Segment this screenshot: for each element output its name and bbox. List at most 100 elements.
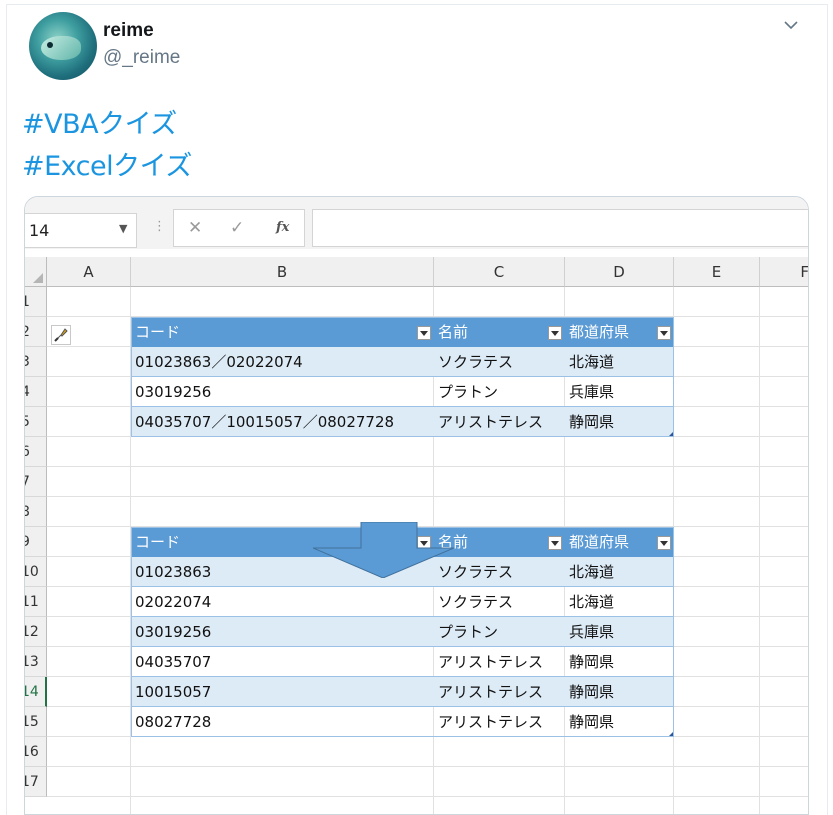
table2-cell[interactable]: アリストテレス [434, 677, 565, 707]
table2-header-cell-text: コード [135, 533, 181, 551]
table2-cell[interactable]: 静岡県 [565, 707, 674, 737]
cancel-icon[interactable]: ✕ [188, 218, 202, 238]
row-header-14[interactable]: 14 [25, 677, 47, 707]
table2-cell[interactable]: 北海道 [565, 587, 674, 617]
column-header-c[interactable]: C [434, 257, 565, 287]
formula-input[interactable] [312, 209, 808, 247]
row-header-12[interactable]: 12 [25, 617, 47, 647]
row-header-11[interactable]: 11 [25, 587, 47, 617]
column-header-f[interactable]: F [760, 257, 808, 287]
row-gridline [47, 796, 808, 797]
hashtag-excel-quiz[interactable]: #Excelクイズ [22, 144, 192, 183]
row-header-16[interactable]: 16 [25, 737, 47, 767]
table1-cell-text: 01023863／02022074 [135, 353, 303, 371]
row-header-17[interactable]: 17 [25, 767, 47, 797]
table1-header-cell[interactable]: 都道府県 [565, 317, 674, 347]
table2-cell[interactable]: 03019256 [131, 617, 434, 647]
row-header-8[interactable]: 8 [25, 497, 47, 527]
table2-cell[interactable]: 04035707 [131, 647, 434, 677]
table2-cell-text: アリストテレス [438, 713, 544, 731]
table2-cell[interactable]: 静岡県 [565, 647, 674, 677]
filter-dropdown-icon[interactable] [548, 326, 562, 340]
table1-resize-handle[interactable] [669, 432, 673, 436]
formula-buttons: ✕ ✓ fx [173, 209, 305, 247]
column-header-a[interactable]: A [47, 257, 131, 287]
table2-cell-text: 北海道 [569, 563, 615, 581]
table2-cell[interactable]: アリストテレス [434, 707, 565, 737]
table2-cell-text: 08027728 [135, 713, 212, 731]
table1-cell-text: 北海道 [569, 353, 615, 371]
table1-cell[interactable]: 04035707／10015057／08027728 [131, 407, 434, 437]
row-header-2[interactable]: 2 [25, 317, 47, 347]
chevron-down-icon[interactable] [784, 18, 798, 32]
table2-cell[interactable]: 10015057 [131, 677, 434, 707]
table2-cell[interactable]: プラトン [434, 617, 565, 647]
avatar-fish [41, 36, 81, 60]
table1-cell[interactable]: 兵庫県 [565, 377, 674, 407]
down-arrow-shape [313, 522, 454, 578]
table2-cell[interactable]: 静岡県 [565, 677, 674, 707]
table2-cell-text: 静岡県 [569, 653, 615, 671]
table2-cell[interactable]: 兵庫県 [565, 617, 674, 647]
enter-icon[interactable]: ✓ [230, 218, 244, 238]
user-handle[interactable]: @_reime [103, 47, 180, 69]
table2-cell[interactable]: 北海道 [565, 557, 674, 587]
hashtag-vba-quiz[interactable]: #VBAクイズ [22, 102, 177, 141]
display-name[interactable]: reime [103, 20, 154, 42]
spreadsheet-grid: A B C D E F 1234567891011121314151617 コー… [25, 257, 808, 814]
table2-header-cell-text: 都道府県 [569, 533, 630, 551]
table1-header-cell[interactable]: 名前 [434, 317, 565, 347]
filter-dropdown-icon[interactable] [657, 326, 671, 340]
row-header-9[interactable]: 9 [25, 527, 47, 557]
table2-cell-text: 03019256 [135, 623, 212, 641]
table1-cell-text: プラトン [438, 383, 499, 401]
filter-dropdown-icon[interactable] [657, 536, 671, 550]
drag-handle-icon[interactable]: ⋮ [153, 219, 166, 234]
column-header-e[interactable]: E [674, 257, 760, 287]
table2-cell[interactable]: 02022074 [131, 587, 434, 617]
table1-cell[interactable]: プラトン [434, 377, 565, 407]
table2-cell[interactable]: ソクラテス [434, 587, 565, 617]
column-header-b[interactable]: B [131, 257, 434, 287]
table2-resize-handle[interactable] [669, 732, 673, 736]
table2-cell[interactable]: 08027728 [131, 707, 434, 737]
table2-cell-text: 兵庫県 [569, 623, 615, 641]
table1-cell[interactable]: 静岡県 [565, 407, 674, 437]
row-header-4[interactable]: 4 [25, 377, 47, 407]
table2-header-cell[interactable]: 都道府県 [565, 527, 674, 557]
row-header-10[interactable]: 10 [25, 557, 47, 587]
row-header-5[interactable]: 5 [25, 407, 47, 437]
table2-cell-text: 04035707 [135, 653, 212, 671]
select-all-corner[interactable] [25, 257, 47, 287]
row-header-13[interactable]: 13 [25, 647, 47, 677]
row-header-6[interactable]: 6 [25, 437, 47, 467]
insert-function-icon[interactable]: fx [276, 220, 289, 235]
filter-dropdown-icon[interactable] [548, 536, 562, 550]
table1-cell[interactable]: アリストテレス [434, 407, 565, 437]
table2-cell-text: 01023863 [135, 563, 212, 581]
paste-options-icon[interactable] [51, 325, 71, 345]
table1-cell[interactable]: 03019256 [131, 377, 434, 407]
filter-dropdown-icon[interactable] [417, 326, 431, 340]
column-header-d[interactable]: D [565, 257, 674, 287]
column-gridline [759, 287, 760, 814]
table1-cell[interactable]: 01023863／02022074 [131, 347, 434, 377]
table1-header-cell[interactable]: コード [131, 317, 434, 347]
table1-cell[interactable]: ソクラテス [434, 347, 565, 377]
avatar[interactable] [29, 12, 97, 80]
table1-cell[interactable]: 北海道 [565, 347, 674, 377]
name-box[interactable]: 14 ▼ [25, 213, 137, 248]
table2-cell-text: プラトン [438, 623, 499, 641]
row-header-15[interactable]: 15 [25, 707, 47, 737]
tweet-image[interactable]: 14 ▼ ⋮ ✕ ✓ fx A B C D E F 12345678910111… [24, 196, 809, 815]
name-box-dropdown-icon[interactable]: ▼ [119, 222, 127, 235]
table2-cell-text: ソクラテス [438, 593, 514, 611]
row-header-3[interactable]: 3 [25, 347, 47, 377]
row-header-7[interactable]: 7 [25, 467, 47, 497]
row-gridline [47, 466, 808, 467]
table1-cell-text: アリストテレス [438, 413, 544, 431]
row-header-1[interactable]: 1 [25, 287, 47, 317]
table2-cell[interactable]: アリストテレス [434, 647, 565, 677]
table2-cell-text: 静岡県 [569, 683, 615, 701]
table2-cell-text: 静岡県 [569, 713, 615, 731]
